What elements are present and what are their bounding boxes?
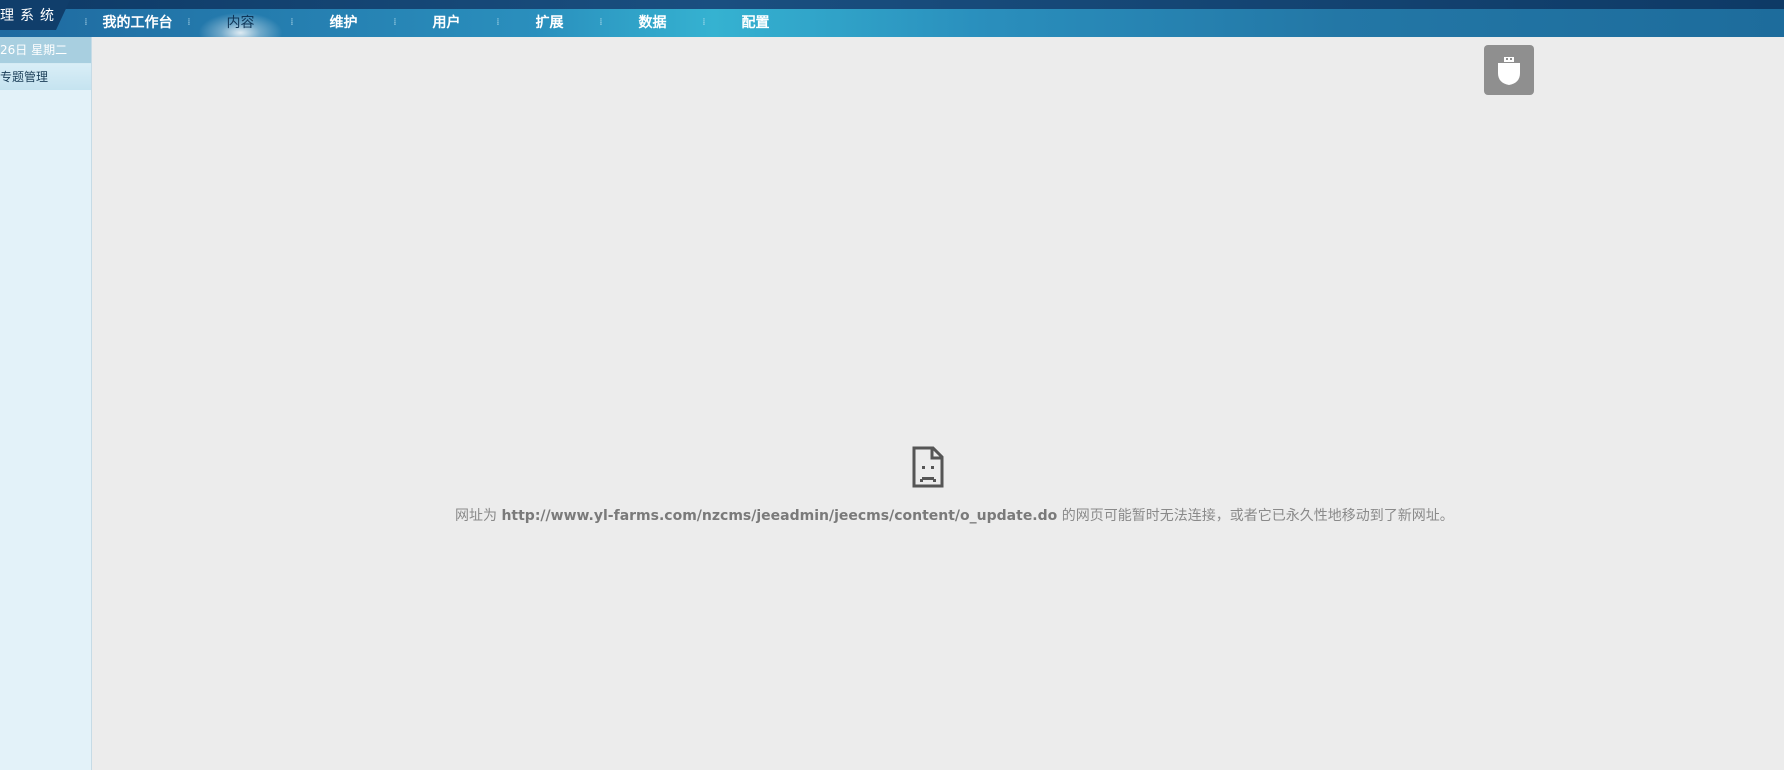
- left-sidebar: 26日 星期二 专题管理: [0, 37, 92, 770]
- error-message: 网址为 http://www.yl-farms.com/nzcms/jeeadm…: [455, 505, 1454, 525]
- nav-item-content[interactable]: 内容: [191, 9, 290, 37]
- sidebar-date: 26日 星期二: [0, 37, 91, 64]
- nav-item-extensions[interactable]: 扩展: [500, 9, 599, 37]
- nav-item-users[interactable]: 用户: [397, 9, 496, 37]
- nav-separator: ⁞: [496, 17, 500, 28]
- top-header: 理系统 ⁞ 我的工作台 ⁞ 内容 ⁞ 维护 ⁞ 用户 ⁞ 扩展 ⁞ 数据 ⁞ 配…: [0, 0, 1784, 37]
- nav-item-data[interactable]: 数据: [603, 9, 702, 37]
- nav-separator: ⁞: [290, 17, 294, 28]
- logo-tab: 理系统: [0, 0, 70, 30]
- nav-separator: ⁞: [599, 17, 603, 28]
- sad-document-icon: [911, 446, 945, 492]
- nav-separator: ⁞: [702, 17, 706, 28]
- nav-separator: ⁞: [393, 17, 397, 28]
- header-top-strip: [0, 0, 1784, 9]
- error-url: http://www.yl-farms.com/nzcms/jeeadmin/j…: [501, 508, 1058, 524]
- main-nav: ⁞ 我的工作台 ⁞ 内容 ⁞ 维护 ⁞ 用户 ⁞ 扩展 ⁞ 数据 ⁞ 配置: [84, 9, 805, 37]
- nav-separator: ⁞: [187, 17, 191, 28]
- nav-item-maintenance[interactable]: 维护: [294, 9, 393, 37]
- nav-item-workbench[interactable]: 我的工作台: [88, 9, 187, 37]
- shield-icon: [1498, 57, 1520, 85]
- nav-separator: ⁞: [84, 17, 88, 28]
- logo-text: 理系统: [0, 8, 60, 24]
- error-prefix: 网址为: [455, 508, 497, 524]
- error-suffix: 的网页可能暂时无法连接，或者它已永久性地移动到了新网址。: [1061, 508, 1454, 524]
- sidebar-item-topic-management[interactable]: 专题管理: [0, 64, 91, 90]
- extension-button[interactable]: [1484, 45, 1534, 95]
- nav-item-config[interactable]: 配置: [706, 9, 805, 37]
